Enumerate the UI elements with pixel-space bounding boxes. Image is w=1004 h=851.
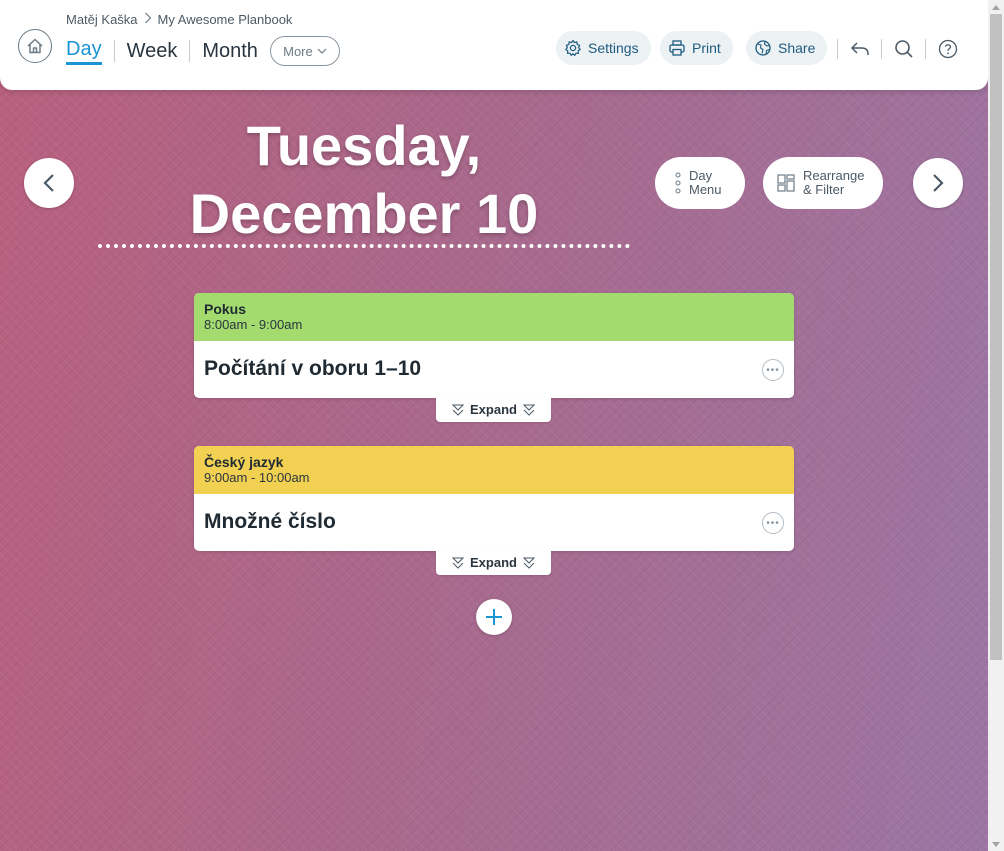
lesson-subject: Pokus — [204, 301, 247, 317]
lesson-card-header: Český jazyk 9:00am - 10:00am — [194, 446, 794, 494]
home-icon — [27, 38, 43, 54]
more-button[interactable]: More — [269, 36, 340, 66]
add-lesson-button[interactable] — [476, 599, 512, 635]
triangle-up-icon — [992, 4, 1000, 10]
plus-icon — [486, 609, 502, 625]
vertical-dots-icon — [675, 172, 681, 194]
share-label: Share — [778, 40, 816, 56]
home-button[interactable] — [18, 29, 52, 63]
next-day-button[interactable] — [913, 158, 963, 208]
tab-week[interactable]: Week — [127, 40, 178, 63]
breadcrumb-planbook[interactable]: My Awesome Planbook — [158, 12, 293, 27]
toolbar-divider — [925, 39, 926, 59]
scroll-up-arrow[interactable] — [988, 0, 1004, 14]
tab-day[interactable]: Day — [66, 38, 102, 65]
day-menu-label-line1: Day — [689, 168, 713, 183]
lesson-time: 9:00am - 10:00am — [204, 470, 310, 485]
lesson-card-header: Pokus 8:00am - 9:00am — [194, 293, 794, 341]
rearrange-label-line2: & Filter — [803, 182, 845, 197]
scroll-down-arrow[interactable] — [988, 837, 1004, 851]
lesson-more-options-button[interactable]: ••• — [762, 359, 784, 381]
lesson-title: Počítání v oboru 1–10 — [204, 357, 422, 380]
layout-grid-icon — [777, 174, 795, 192]
chevron-down-icon — [317, 48, 327, 54]
share-button[interactable]: Share — [746, 31, 828, 65]
search-icon — [895, 40, 913, 58]
more-label: More — [283, 43, 313, 59]
scrollbar-thumb[interactable] — [990, 14, 1002, 660]
double-chevron-down-icon — [522, 404, 535, 416]
triangle-down-icon — [992, 841, 1000, 847]
settings-label: Settings — [588, 40, 639, 56]
lesson-more-options-button[interactable]: ••• — [762, 512, 784, 534]
date-title: Tuesday, December 10 — [98, 112, 630, 248]
settings-button[interactable]: Settings — [556, 31, 651, 65]
toolbar-divider — [837, 39, 838, 59]
breadcrumb: Matěj Kaška My Awesome Planbook — [66, 12, 292, 27]
more-horizontal-icon: ••• — [766, 364, 780, 376]
lesson-card-body: Počítání v oboru 1–10 ••• — [194, 341, 794, 398]
print-label: Print — [692, 40, 721, 56]
search-button[interactable] — [893, 38, 915, 60]
expand-lesson-button[interactable]: Expand — [436, 550, 551, 575]
date-title-date: December 10 — [189, 182, 539, 245]
view-tabs: Day Week Month More — [66, 36, 340, 66]
printer-icon — [669, 40, 685, 56]
chevron-left-icon — [43, 174, 54, 192]
breadcrumb-user[interactable]: Matěj Kaška — [66, 12, 138, 27]
expand-lesson-button[interactable]: Expand — [436, 397, 551, 422]
lesson-card[interactable]: Český jazyk 9:00am - 10:00am Množné čísl… — [194, 446, 794, 551]
lesson-title: Množné číslo — [204, 510, 336, 533]
day-menu-button[interactable]: Day Menu — [655, 157, 745, 209]
help-button[interactable] — [937, 38, 959, 60]
chevron-right-icon — [144, 12, 152, 27]
more-horizontal-icon: ••• — [766, 517, 780, 529]
double-chevron-down-icon — [522, 557, 535, 569]
date-title-weekday: Tuesday, — [246, 114, 482, 177]
globe-icon — [755, 40, 771, 56]
toolbar-divider — [881, 39, 882, 59]
rearrange-label-line1: Rearrange — [803, 168, 865, 183]
expand-label: Expand — [470, 555, 517, 570]
previous-day-button[interactable] — [24, 158, 74, 208]
tab-month[interactable]: Month — [202, 40, 258, 63]
tab-divider — [113, 40, 115, 62]
expand-label: Expand — [470, 402, 517, 417]
undo-button[interactable] — [849, 38, 871, 60]
lesson-subject: Český jazyk — [204, 454, 284, 470]
day-menu-label-line2: Menu — [689, 182, 722, 197]
top-header: Matěj Kaška My Awesome Planbook Day Week… — [0, 0, 988, 90]
tab-divider — [189, 40, 191, 62]
print-button[interactable]: Print — [660, 31, 733, 65]
lesson-time: 8:00am - 9:00am — [204, 317, 303, 332]
undo-icon — [851, 42, 869, 55]
rearrange-filter-button[interactable]: Rearrange & Filter — [763, 157, 883, 209]
title-underline — [98, 244, 630, 248]
lesson-card[interactable]: Pokus 8:00am - 9:00am Počítání v oboru 1… — [194, 293, 794, 398]
help-icon — [938, 39, 958, 59]
double-chevron-down-icon — [452, 557, 465, 569]
gear-icon — [565, 39, 581, 56]
double-chevron-down-icon — [452, 404, 465, 416]
lesson-card-body: Množné číslo ••• — [194, 494, 794, 551]
chevron-right-icon — [933, 174, 944, 192]
